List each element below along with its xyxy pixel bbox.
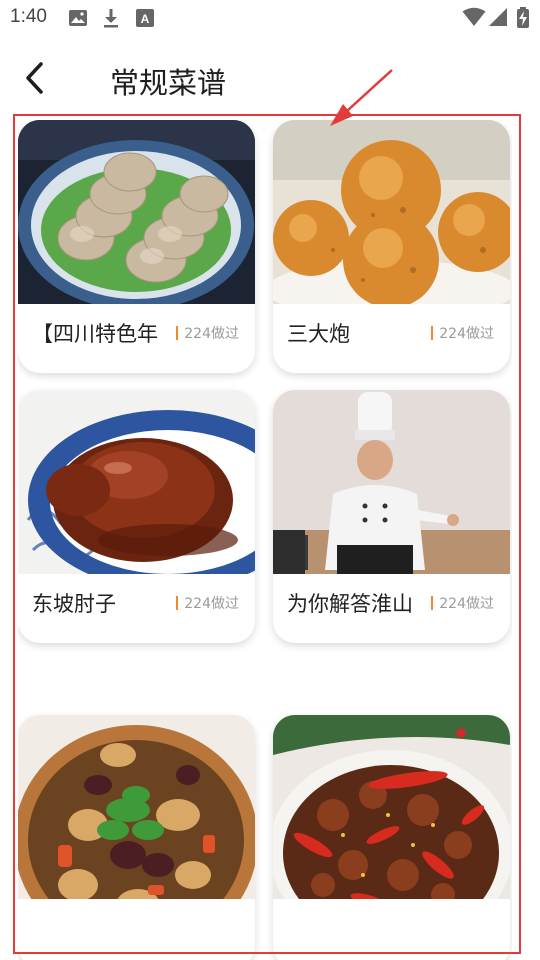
made-count: 224做过 [431, 323, 494, 343]
recipe-title: 三大炮 [287, 322, 350, 346]
recipe-card[interactable] [273, 715, 510, 960]
made-count: 224做过 [176, 593, 239, 613]
svg-text:A: A [141, 12, 150, 26]
page-title: 常规菜谱 [110, 66, 227, 100]
status-bar: 1:40 A [0, 0, 540, 36]
recipe-photo [273, 120, 510, 304]
recipe-card[interactable]: 【四川特色年 224做过 [18, 120, 255, 373]
app-header: 常规菜谱 [0, 44, 540, 116]
made-count: 224做过 [176, 323, 239, 343]
recipe-photo [18, 120, 255, 304]
recipe-title: 为你解答淮山 [287, 592, 413, 616]
recipe-card[interactable]: 三大炮 224做过 [273, 120, 510, 373]
signal-icon [488, 7, 508, 31]
wifi-icon [462, 7, 486, 31]
recipe-card[interactable]: 东坡肘子 224做过 [18, 390, 255, 643]
recipe-photo [18, 715, 255, 899]
recipe-title: 【四川特色年 [32, 322, 158, 346]
made-count: 224做过 [431, 593, 494, 613]
chevron-left-icon [26, 62, 43, 94]
download-icon [101, 8, 121, 32]
status-time: 1:40 [10, 6, 47, 27]
back-button[interactable] [14, 58, 54, 98]
recipe-photo [273, 390, 510, 574]
a-square-icon: A [135, 8, 155, 32]
battery-charging-icon [516, 7, 530, 33]
image-icon [68, 8, 88, 32]
recipe-photo [18, 390, 255, 574]
recipe-card[interactable] [18, 715, 255, 960]
recipe-grid: 【四川特色年 224做过 三大炮 224做过 东坡肘子 224做过 为你解答淮山… [18, 120, 512, 960]
recipe-photo [273, 715, 510, 899]
recipe-card[interactable]: 为你解答淮山 224做过 [273, 390, 510, 643]
recipe-title: 东坡肘子 [32, 592, 116, 616]
